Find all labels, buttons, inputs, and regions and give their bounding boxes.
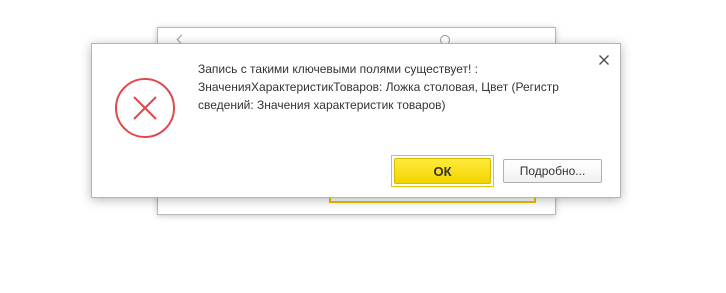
error-message: Запись с такими ключевыми полями существ… (198, 62, 559, 112)
details-button[interactable]: Подробно... (503, 159, 602, 183)
screen: Запись с такими ключевыми полями существ… (0, 0, 726, 293)
ok-button-label: ОК (394, 158, 491, 184)
error-dialog: Запись с такими ключевыми полями существ… (91, 43, 621, 198)
error-x-icon (114, 77, 176, 139)
ok-button[interactable]: ОК (391, 155, 494, 187)
